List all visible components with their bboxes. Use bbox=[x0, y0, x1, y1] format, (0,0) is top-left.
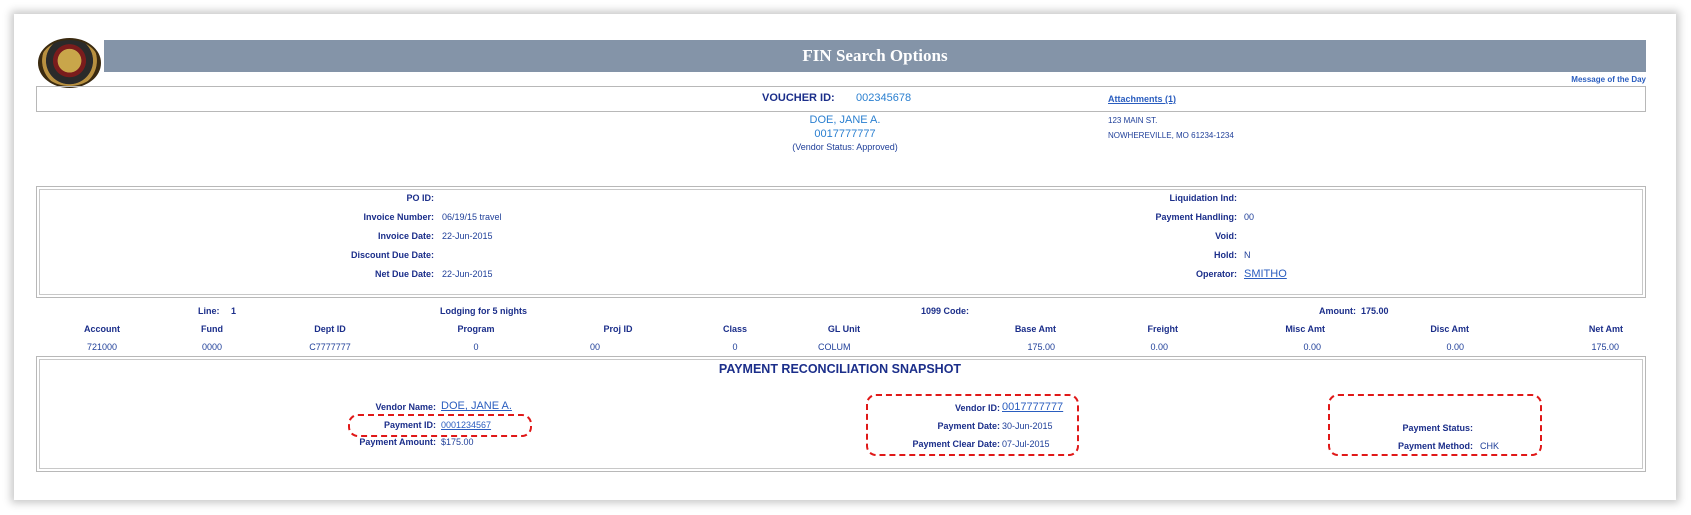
column-header: Account bbox=[84, 324, 120, 334]
line-amount-value: 175.00 bbox=[1361, 306, 1389, 316]
vendor-status: (Vendor Status: Approved) bbox=[792, 142, 898, 152]
line-label: Line: bbox=[198, 306, 220, 316]
payment-handling-label: Payment Handling: bbox=[1155, 212, 1237, 222]
table-cell: 721000 bbox=[86, 342, 118, 352]
table-cell: 0 bbox=[732, 342, 738, 352]
attachments-link[interactable]: Attachments (1) bbox=[1108, 94, 1176, 104]
column-header: Misc Amt bbox=[1285, 324, 1325, 334]
table-cell: 175.00 bbox=[1591, 342, 1619, 352]
voucher-id-label: VOUCHER ID: bbox=[762, 92, 835, 104]
vendor-address-line1: 123 MAIN ST. bbox=[1108, 116, 1158, 125]
void-label: Void: bbox=[1215, 231, 1237, 241]
hold-value: N bbox=[1244, 250, 1251, 260]
vendor-name: DOE, JANE A. bbox=[809, 114, 881, 126]
invoice-number-label: Invoice Number: bbox=[363, 212, 434, 222]
invoice-date-label: Invoice Date: bbox=[377, 231, 434, 241]
code-1099-label: 1099 Code: bbox=[921, 306, 970, 316]
column-header: Class bbox=[722, 324, 748, 334]
state-seal-logo bbox=[38, 38, 101, 88]
column-header: Disc Amt bbox=[1430, 324, 1469, 334]
hold-label: Hold: bbox=[1214, 250, 1237, 260]
payment-amount-label: Payment Amount: bbox=[359, 437, 436, 447]
line-amount-label: Amount: bbox=[1319, 306, 1356, 316]
table-cell: 0.00 bbox=[1303, 342, 1321, 352]
table-cell: C7777777 bbox=[309, 342, 351, 352]
line-value: 1 bbox=[231, 306, 237, 316]
payment-id-highlight bbox=[348, 414, 532, 437]
column-header: Base Amt bbox=[1014, 324, 1056, 334]
invoice-date-value: 22-Jun-2015 bbox=[442, 231, 493, 241]
net-due-date-value: 22-Jun-2015 bbox=[442, 269, 493, 279]
message-of-the-day-link[interactable]: Message of the Day bbox=[1571, 75, 1646, 84]
column-header: Net Amt bbox=[1588, 324, 1623, 334]
operator-link[interactable]: SMITHO bbox=[1244, 268, 1287, 280]
vendor-address-line2: NOWHEREVILLE, MO 61234-1234 bbox=[1108, 131, 1234, 140]
discount-due-date-label: Discount Due Date: bbox=[350, 250, 434, 260]
snapshot-title: PAYMENT RECONCILIATION SNAPSHOT bbox=[718, 362, 962, 376]
table-cell: COLUM bbox=[818, 342, 851, 352]
net-due-date-label: Net Due Date: bbox=[374, 269, 434, 279]
table-cell: 0.00 bbox=[1150, 342, 1168, 352]
table-cell: 0 bbox=[473, 342, 479, 352]
table-cell: 00 bbox=[590, 342, 601, 352]
voucher-id-value: 002345678 bbox=[856, 92, 912, 104]
column-header: Dept ID bbox=[314, 324, 346, 334]
vendor-id: 0017777777 bbox=[814, 128, 876, 140]
column-header: Program bbox=[457, 324, 495, 334]
payment-handling-value: 00 bbox=[1244, 212, 1255, 222]
page-title: FIN Search Options bbox=[802, 46, 948, 65]
operator-label: Operator: bbox=[1195, 269, 1237, 279]
snapshot-vendor-name-link[interactable]: DOE, JANE A. bbox=[441, 400, 512, 412]
payment-status-method-highlight bbox=[1328, 394, 1542, 456]
table-cell: 175.00 bbox=[1027, 342, 1055, 352]
liquidation-ind-label: Liquidation Ind: bbox=[1169, 193, 1237, 203]
column-header: Proj ID bbox=[603, 324, 633, 334]
table-cell: 0000 bbox=[201, 342, 223, 352]
table-cell: 0.00 bbox=[1446, 342, 1464, 352]
column-header: Fund bbox=[201, 324, 223, 334]
payment-amount-value: $175.00 bbox=[441, 437, 474, 447]
title-bar: FIN Search Options bbox=[104, 40, 1646, 72]
vendor-name-label: Vendor Name: bbox=[375, 402, 436, 412]
invoice-number-value: 06/19/15 travel bbox=[442, 212, 502, 222]
invoice-details-box bbox=[36, 186, 1646, 298]
po-id-label: PO ID: bbox=[406, 193, 434, 203]
line-description: Lodging for 5 nights bbox=[440, 306, 527, 316]
column-header: Freight bbox=[1147, 324, 1179, 334]
column-header: GL Unit bbox=[827, 324, 861, 334]
voucher-box bbox=[36, 86, 1646, 112]
vendor-payment-dates-highlight bbox=[866, 394, 1079, 456]
